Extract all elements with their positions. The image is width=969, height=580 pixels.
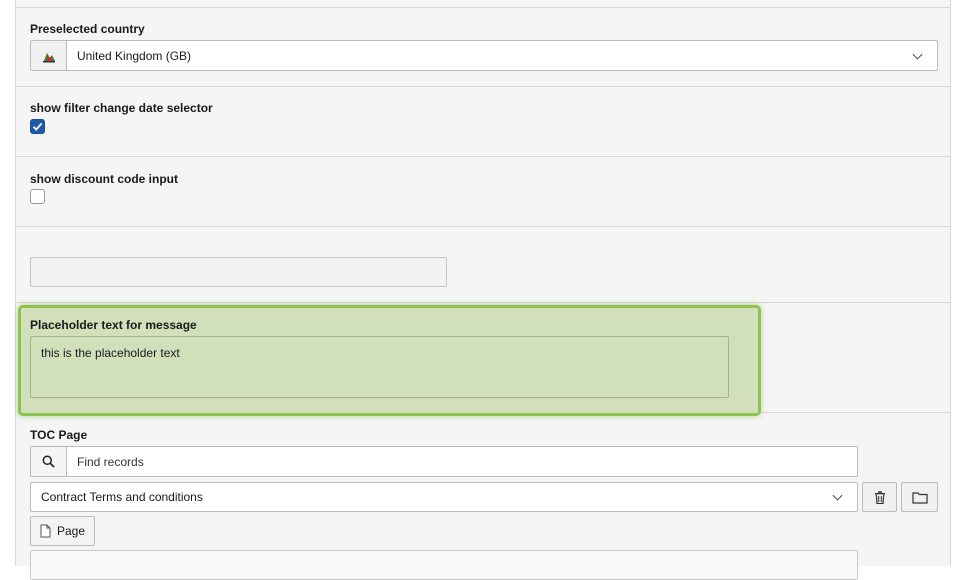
divider <box>15 7 950 8</box>
trash-icon <box>874 490 885 504</box>
placeholder-textarea-value: this is the placeholder text <box>41 346 180 360</box>
page-button[interactable]: Page <box>30 516 95 546</box>
folder-icon <box>911 491 928 504</box>
toc-page-label: TOC Page <box>30 428 88 442</box>
browse-folder-button[interactable] <box>901 482 938 512</box>
toc-page-select[interactable]: Contract Terms and conditions <box>30 482 858 512</box>
filter-date-checkbox[interactable] <box>30 119 45 134</box>
country-select-value: United Kingdom (GB) <box>77 48 192 63</box>
divider <box>15 156 950 157</box>
toc-page-select-value: Contract Terms and conditions <box>41 490 203 504</box>
page-icon <box>40 524 51 538</box>
placeholder-textarea[interactable]: this is the placeholder text <box>30 336 729 398</box>
discount-checkbox[interactable] <box>30 189 45 204</box>
divider <box>15 86 950 87</box>
country-select[interactable]: United Kingdom (GB) <box>30 40 938 71</box>
selected-record-list[interactable] <box>30 550 858 580</box>
page-button-label: Page <box>56 524 86 538</box>
placeholder-text-label: Placeholder text for message <box>30 318 197 332</box>
divider <box>15 226 950 227</box>
search-icon[interactable] <box>31 447 67 476</box>
discount-label: show discount code input <box>30 172 178 186</box>
chevron-down-icon <box>912 49 923 60</box>
search-input[interactable]: Find records <box>77 447 144 476</box>
checkmark-icon <box>32 122 43 131</box>
disabled-text-input <box>30 257 447 287</box>
delete-button[interactable] <box>862 482 897 512</box>
filter-date-label: show filter change date selector <box>30 101 213 115</box>
country-flag-icon <box>31 41 67 70</box>
chevron-down-icon <box>832 490 843 501</box>
find-records-search[interactable]: Find records <box>30 446 858 477</box>
divider <box>15 302 950 303</box>
preselected-country-label: Preselected country <box>30 22 145 36</box>
